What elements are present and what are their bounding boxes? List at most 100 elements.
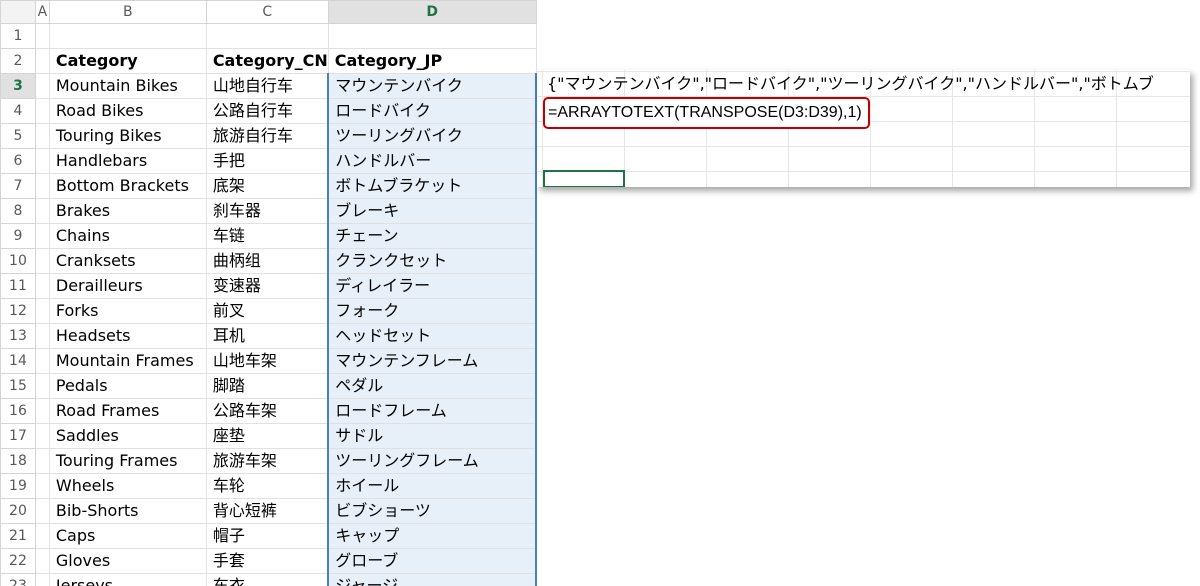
cell[interactable] xyxy=(34,98,50,124)
row-header[interactable]: 9 xyxy=(0,223,36,249)
cell-category-jp[interactable]: ツーリングバイク xyxy=(327,123,537,149)
cell[interactable] xyxy=(34,23,50,49)
cell-category-cn[interactable]: 旅游自行车 xyxy=(205,123,329,149)
cell[interactable] xyxy=(34,323,50,349)
cell-category-jp[interactable]: ボトムブラケット xyxy=(327,173,537,199)
cell-category[interactable]: Caps xyxy=(48,523,207,549)
cell-category[interactable]: Touring Bikes xyxy=(48,123,207,149)
row-header[interactable]: 1 xyxy=(0,23,36,49)
row-header[interactable]: 4 xyxy=(0,98,36,124)
cell-category-cn[interactable]: 脚踏 xyxy=(205,373,329,399)
row-header[interactable]: 2 xyxy=(0,48,36,74)
cell-category-cn[interactable]: 公路车架 xyxy=(205,398,329,424)
cell-category[interactable]: Bib-Shorts xyxy=(48,498,207,524)
cell-category-jp[interactable]: ジャージ xyxy=(327,573,537,586)
cell-category-jp[interactable]: ブレーキ xyxy=(327,198,537,224)
cell[interactable] xyxy=(34,523,50,549)
cell[interactable] xyxy=(34,273,50,299)
cell-category[interactable]: Handlebars xyxy=(48,148,207,174)
cell-category[interactable]: Forks xyxy=(48,298,207,324)
cell[interactable] xyxy=(34,73,50,99)
cell-category[interactable]: Wheels xyxy=(48,473,207,499)
cell-category[interactable]: Chains xyxy=(48,223,207,249)
cell-category-cn[interactable]: 背心短裤 xyxy=(205,498,329,524)
cell-category[interactable]: Bottom Brackets xyxy=(48,173,207,199)
cell-category[interactable]: Touring Frames xyxy=(48,448,207,474)
row-header[interactable]: 21 xyxy=(0,523,36,549)
row-header[interactable]: 12 xyxy=(0,298,36,324)
cell[interactable] xyxy=(34,198,50,224)
cell-category-cn[interactable]: 曲柄组 xyxy=(205,248,329,274)
header-cell-category-jp[interactable]: Category_JP xyxy=(327,48,537,74)
row-header[interactable]: 19 xyxy=(0,473,36,499)
cell-category-cn[interactable]: 手把 xyxy=(205,148,329,174)
cell[interactable] xyxy=(34,223,50,249)
cell-category-jp[interactable]: ディレイラー xyxy=(327,273,537,299)
column-header-d[interactable]: D xyxy=(327,0,537,24)
cell-category-cn[interactable]: 手套 xyxy=(205,548,329,574)
cell[interactable] xyxy=(34,248,50,274)
cell[interactable] xyxy=(34,498,50,524)
cell-category[interactable]: Headsets xyxy=(48,323,207,349)
cell-category[interactable]: Mountain Bikes xyxy=(48,73,207,99)
cell-category-jp[interactable]: マウンテンフレーム xyxy=(327,348,537,374)
column-header-c[interactable]: C xyxy=(205,0,329,24)
cell-category-cn[interactable]: 座垫 xyxy=(205,423,329,449)
cell-category-jp[interactable]: ハンドルバー xyxy=(327,148,537,174)
cell-category-cn[interactable]: 车轮 xyxy=(205,473,329,499)
row-header[interactable]: 3 xyxy=(0,73,36,99)
cell[interactable] xyxy=(205,23,329,49)
cell[interactable] xyxy=(327,23,537,49)
cell[interactable] xyxy=(48,23,207,49)
row-header[interactable]: 11 xyxy=(0,273,36,299)
row-header[interactable]: 8 xyxy=(0,198,36,224)
cell-category-jp[interactable]: キャップ xyxy=(327,523,537,549)
row-header[interactable]: 10 xyxy=(0,248,36,274)
row-header[interactable]: 20 xyxy=(0,498,36,524)
cell[interactable] xyxy=(34,373,50,399)
cell-category-cn[interactable]: 山地车架 xyxy=(205,348,329,374)
row-header[interactable]: 5 xyxy=(0,123,36,149)
cell-category-jp[interactable]: チェーン xyxy=(327,223,537,249)
cell-category-cn[interactable]: 公路自行车 xyxy=(205,98,329,124)
cell-category[interactable]: Jerseys xyxy=(48,573,207,586)
cell-category-jp[interactable]: フォーク xyxy=(327,298,537,324)
cell-category-cn[interactable]: 刹车器 xyxy=(205,198,329,224)
cell-category-cn[interactable]: 山地自行车 xyxy=(205,73,329,99)
cell[interactable] xyxy=(34,573,50,586)
cell-category-cn[interactable]: 旅游车架 xyxy=(205,448,329,474)
cell[interactable] xyxy=(34,423,50,449)
cell-category-cn[interactable]: 帽子 xyxy=(205,523,329,549)
cell[interactable] xyxy=(34,473,50,499)
cell-category-cn[interactable]: 前叉 xyxy=(205,298,329,324)
cell[interactable] xyxy=(34,123,50,149)
cell-category-jp[interactable]: ヘッドセット xyxy=(327,323,537,349)
cell[interactable] xyxy=(34,448,50,474)
cell-category[interactable]: Brakes xyxy=(48,198,207,224)
array-text-result[interactable]: {"マウンテンバイク","ロードバイク","ツーリングバイク","ハンドルバー"… xyxy=(547,73,1154,95)
cell[interactable] xyxy=(34,148,50,174)
cell-category[interactable]: Road Frames xyxy=(48,398,207,424)
cell-category-jp[interactable]: ホイール xyxy=(327,473,537,499)
spreadsheet-grid[interactable]: A B C D 1 2 Category Category_CN Categor… xyxy=(0,0,537,586)
row-header[interactable]: 17 xyxy=(0,423,36,449)
row-header[interactable]: 16 xyxy=(0,398,36,424)
header-cell-category[interactable]: Category xyxy=(48,48,207,74)
cell-category-jp[interactable]: ツーリングフレーム xyxy=(327,448,537,474)
cell-category[interactable]: Gloves xyxy=(48,548,207,574)
cell[interactable] xyxy=(34,398,50,424)
column-header-a[interactable]: A xyxy=(34,0,50,24)
cell-category-jp[interactable]: サドル xyxy=(327,423,537,449)
row-header[interactable]: 6 xyxy=(0,148,36,174)
column-header-b[interactable]: B xyxy=(48,0,207,24)
cell-category[interactable]: Pedals xyxy=(48,373,207,399)
row-header[interactable]: 15 xyxy=(0,373,36,399)
cell-category[interactable]: Road Bikes xyxy=(48,98,207,124)
row-header[interactable]: 18 xyxy=(0,448,36,474)
cell[interactable] xyxy=(34,548,50,574)
cell[interactable] xyxy=(34,48,50,74)
cell-category[interactable]: Mountain Frames xyxy=(48,348,207,374)
select-all-corner[interactable] xyxy=(0,0,36,24)
cell-category-jp[interactable]: ビブショーツ xyxy=(327,498,537,524)
cell-category-cn[interactable]: 底架 xyxy=(205,173,329,199)
